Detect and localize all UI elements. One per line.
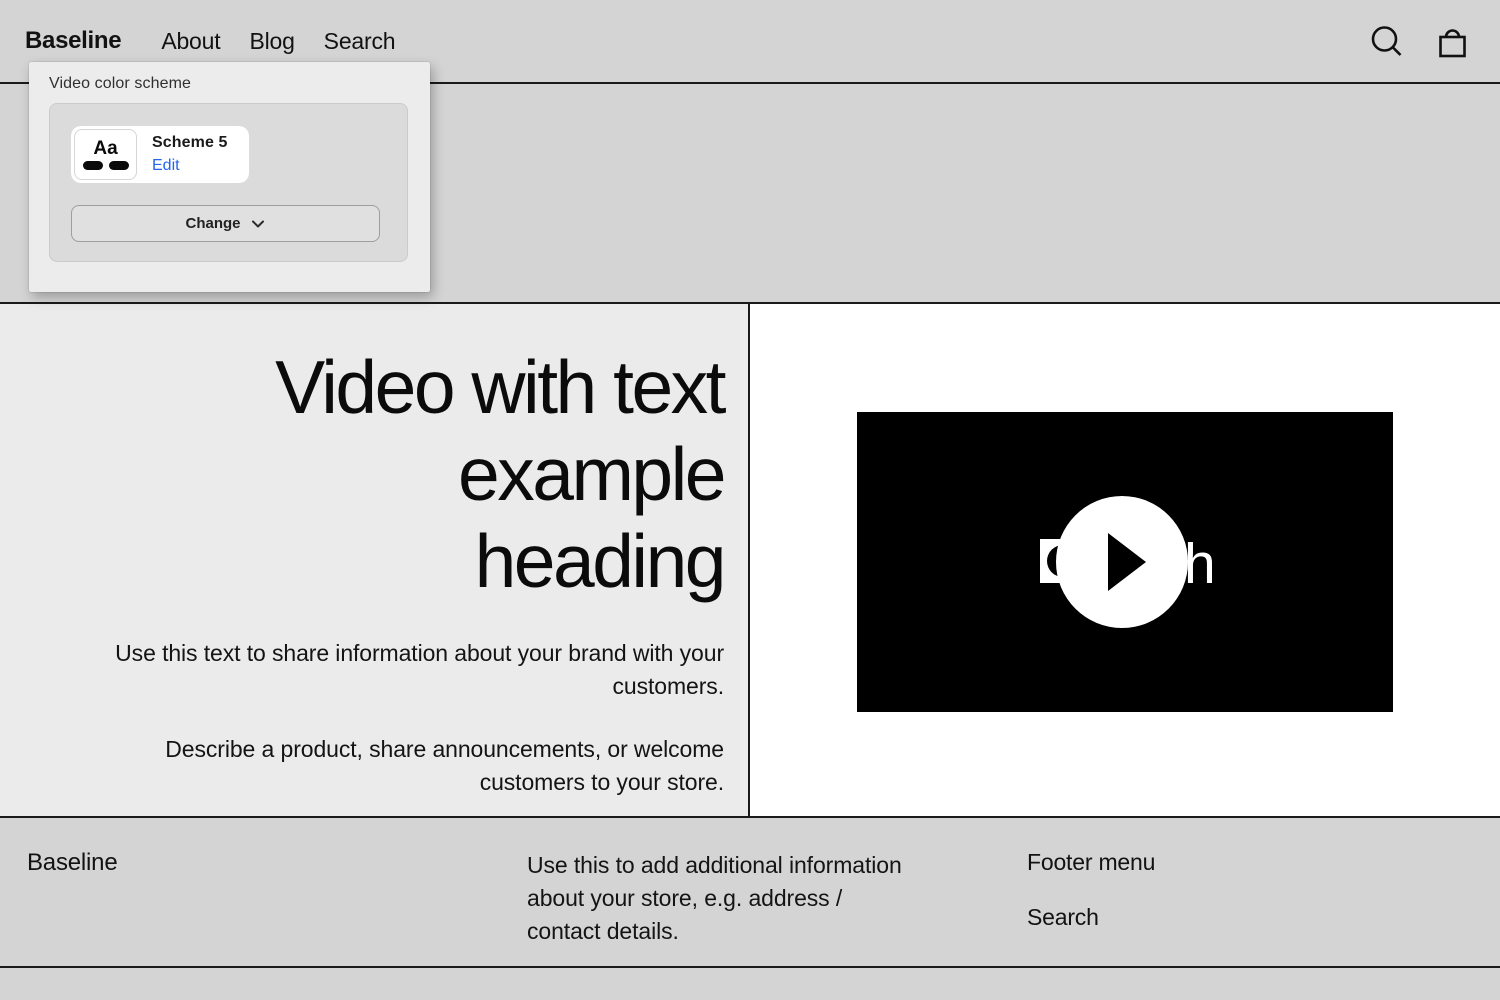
color-scheme-panel: Aa Scheme 5 Edit Change <box>49 103 408 262</box>
search-icon[interactable] <box>1368 23 1405 60</box>
scheme-preview-tile: Aa <box>74 129 137 180</box>
heading-line: example <box>70 431 724 518</box>
main-nav: About Blog Search <box>161 28 395 55</box>
play-button[interactable] <box>1056 496 1188 628</box>
video-player[interactable]: h <box>857 412 1393 712</box>
heading-line: heading <box>70 518 724 605</box>
section-heading: Video with text example heading <box>70 344 724 605</box>
footer-info-text: Use this to add additional information a… <box>527 849 1027 948</box>
change-scheme-button[interactable]: Change <box>71 205 380 242</box>
section-paragraph: Use this text to share information about… <box>70 637 724 703</box>
footer-menu-title: Footer menu <box>1027 849 1467 876</box>
footer-store-name[interactable]: Baseline <box>27 849 527 877</box>
change-button-label: Change <box>185 215 240 232</box>
popover-title: Video color scheme <box>49 75 408 93</box>
heading-line: Video with text <box>70 344 724 431</box>
nav-item-search[interactable]: Search <box>324 28 396 55</box>
scheme-meta: Scheme 5 Edit <box>152 134 228 175</box>
nav-item-about[interactable]: About <box>161 28 220 55</box>
text-column: Video with text example heading Use this… <box>0 304 750 816</box>
video-color-scheme-popover: Video color scheme Aa Scheme 5 Edit Chan… <box>29 62 430 292</box>
video-with-text-section: Video with text example heading Use this… <box>0 302 1500 818</box>
nav-item-blog[interactable]: Blog <box>249 28 294 55</box>
scheme-preview-text: Aa <box>93 139 117 158</box>
edit-scheme-link[interactable]: Edit <box>152 157 228 175</box>
video-title-fragment-text: h <box>1184 536 1215 593</box>
scheme-preview-pills <box>83 161 129 170</box>
scheme-name: Scheme 5 <box>152 134 228 152</box>
store-name-link[interactable]: Baseline <box>25 27 121 55</box>
bag-icon[interactable] <box>1434 23 1471 60</box>
video-column: h <box>750 304 1500 816</box>
footer-menu-item-search[interactable]: Search <box>1027 904 1467 931</box>
site-footer: Baseline Use this to add additional info… <box>0 818 1500 968</box>
play-icon <box>1108 533 1146 591</box>
selected-scheme-card[interactable]: Aa Scheme 5 Edit <box>71 126 249 183</box>
footer-menu-column: Footer menu Search <box>1027 849 1467 966</box>
footer-brand-column: Baseline <box>27 849 527 966</box>
header-icons <box>1368 23 1471 60</box>
chevron-down-icon <box>250 216 266 232</box>
footer-info-column: Use this to add additional information a… <box>527 849 1027 966</box>
section-paragraph: Describe a product, share announcements,… <box>70 733 724 799</box>
